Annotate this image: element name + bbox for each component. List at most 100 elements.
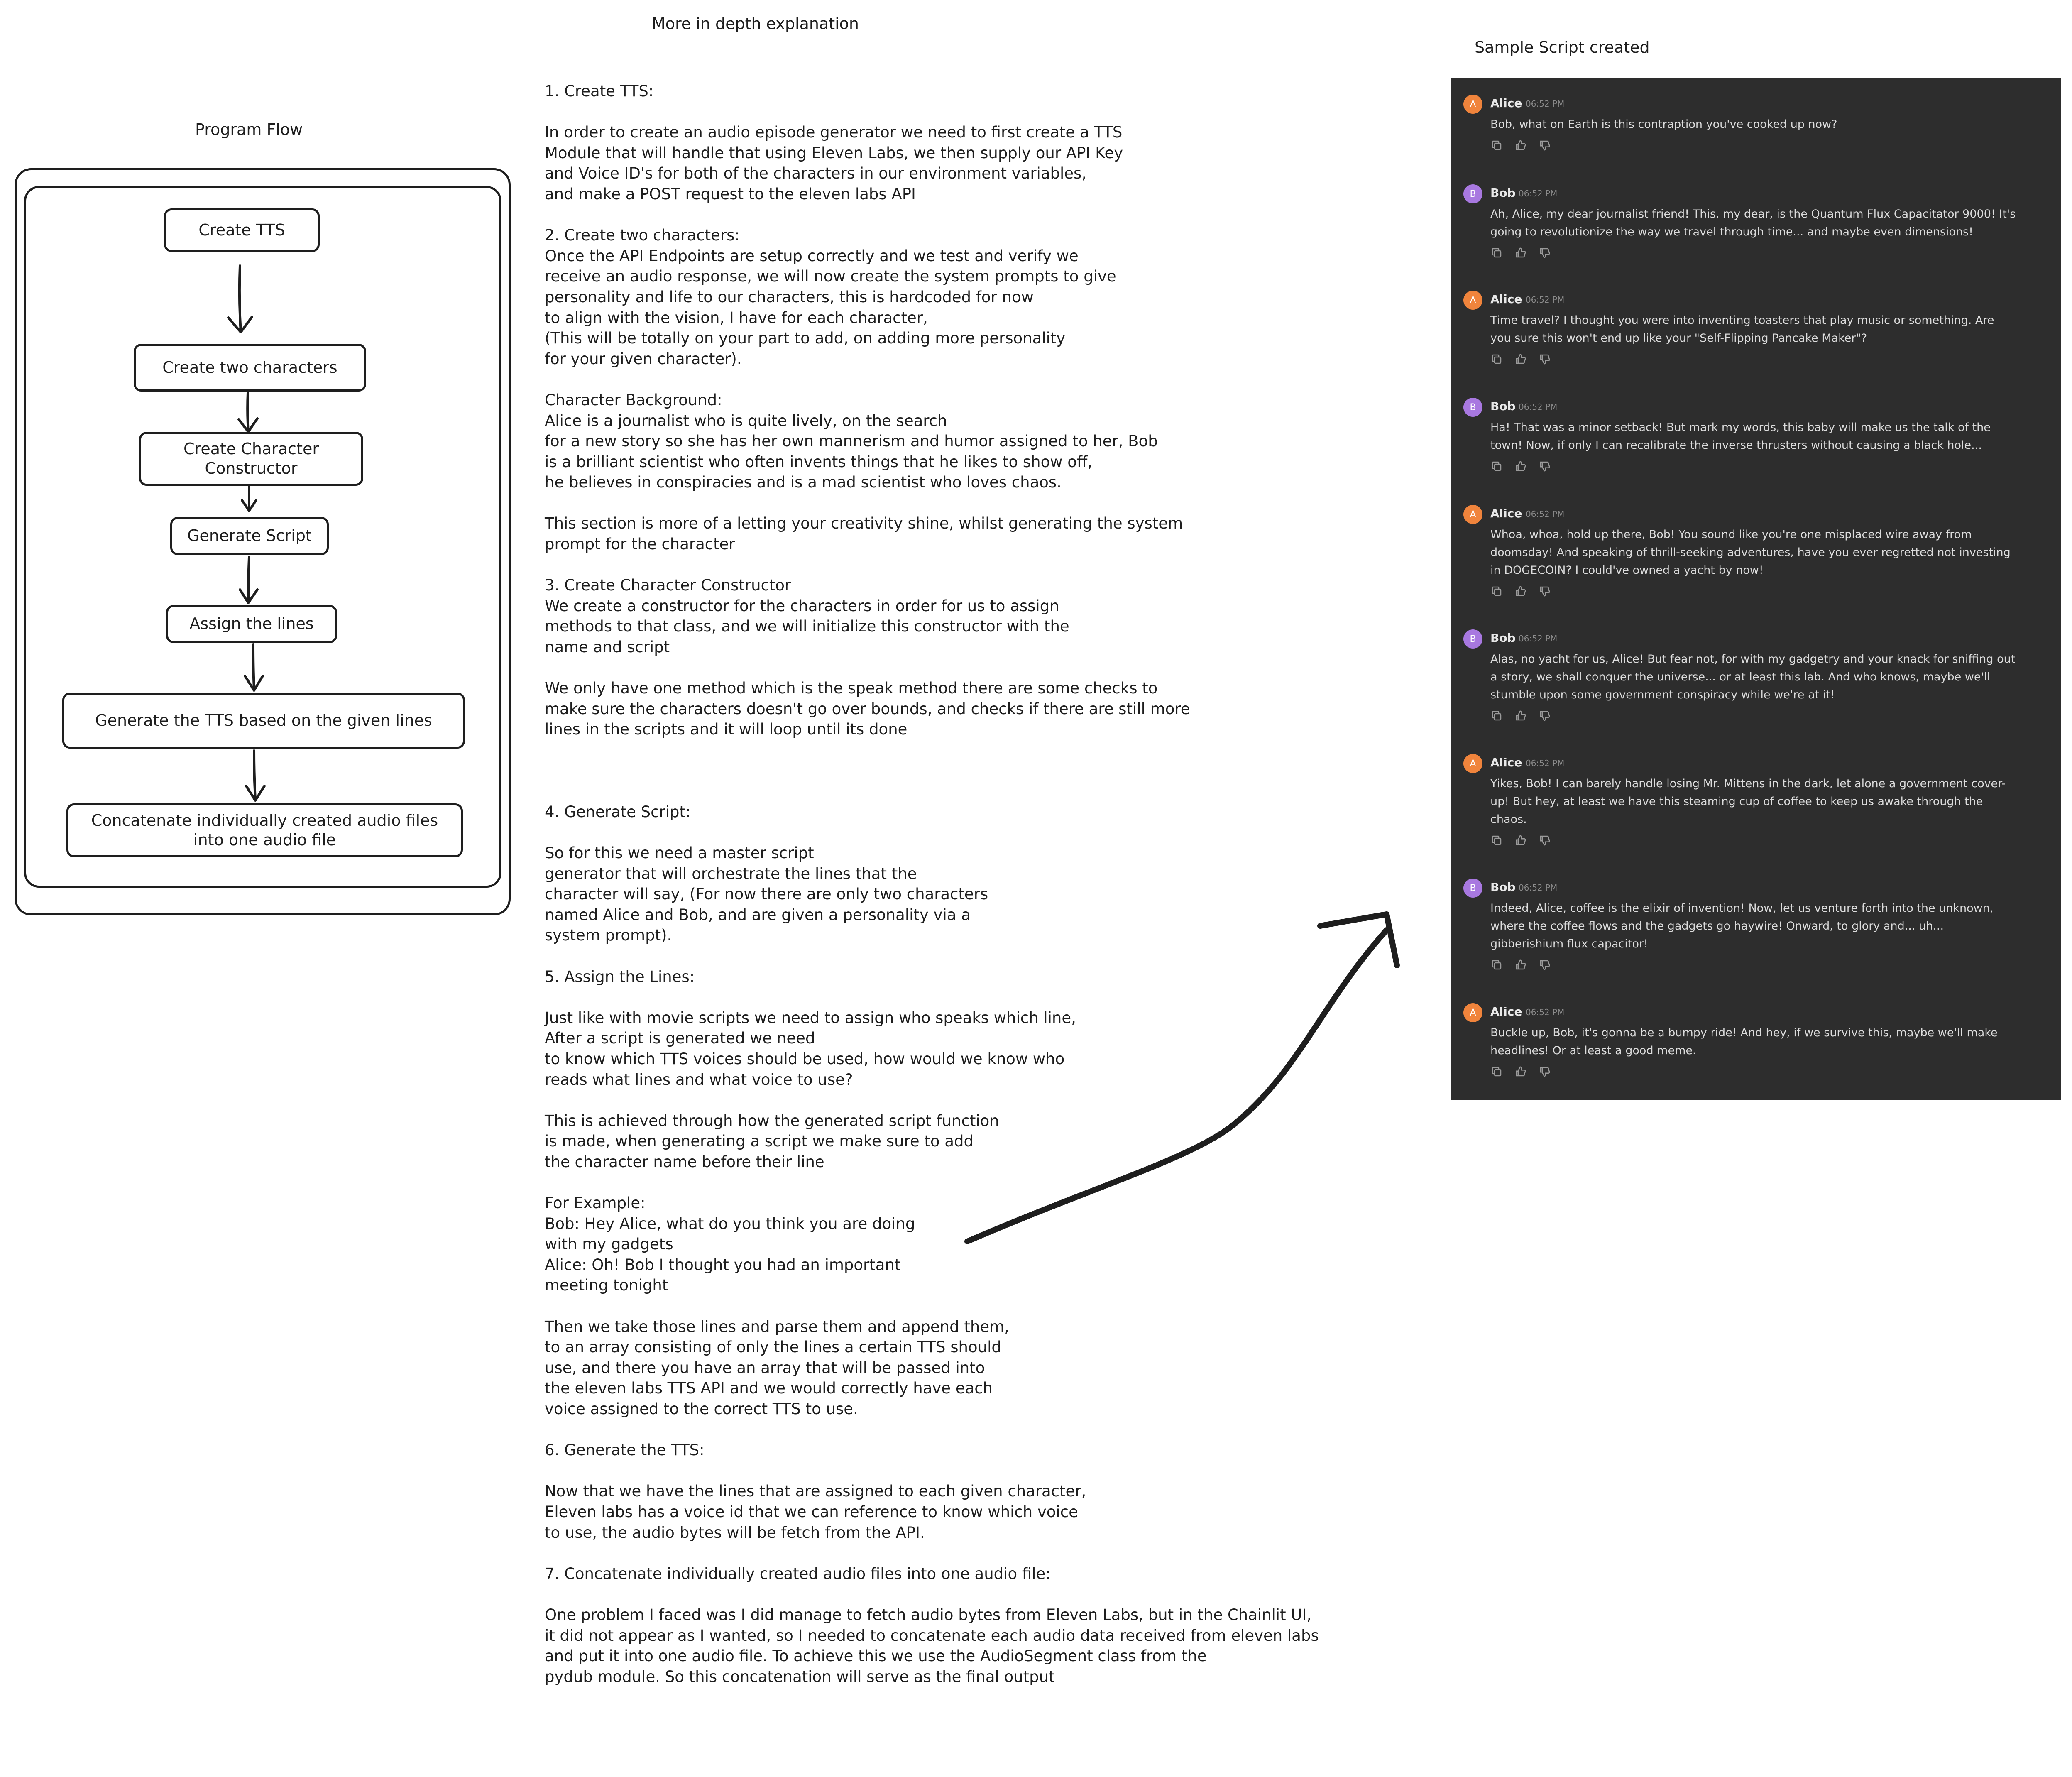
thumbs-down-icon[interactable]: [1539, 1065, 1551, 1078]
message-text: Bob, what on Earth is this contraption y…: [1490, 118, 1837, 131]
explanation-paragraph: 3. Create Character Constructor We creat…: [545, 576, 1069, 656]
copy-icon[interactable]: [1490, 585, 1503, 597]
message-text: Time travel? I thought you were into inv…: [1490, 314, 1994, 345]
explanation-paragraph: 4. Generate Script:: [545, 803, 691, 821]
message-author: Bob: [1490, 631, 1516, 645]
chat-message: A Alice 06:52 PM Time travel? I thought you…: [1451, 290, 2061, 392]
chat-message: B Bob 06:52 PM Ah, Alice, my dear journalis…: [1451, 184, 2061, 286]
avatar: B: [1463, 879, 1482, 898]
message-time: 06:52 PM: [1519, 188, 1558, 198]
arrow-1: [238, 264, 242, 333]
explanation-paragraph: Then we take those lines and parse them …: [545, 1317, 1009, 1418]
thumbs-down-icon[interactable]: [1539, 834, 1551, 847]
thumbs-up-icon[interactable]: [1514, 585, 1527, 597]
message-text: Indeed, Alice, coffee is the elixir of i…: [1490, 902, 1994, 950]
message-text: Yikes, Bob! I can barely handle losing M…: [1490, 777, 2006, 826]
thumbs-down-icon[interactable]: [1539, 139, 1551, 152]
thumbs-up-icon[interactable]: [1514, 353, 1527, 365]
arrow-6: [253, 749, 257, 800]
explanation-paragraph: We only have one method which is the spe…: [545, 679, 1190, 739]
copy-icon[interactable]: [1490, 1065, 1503, 1078]
explanation-paragraph: [545, 761, 1437, 781]
avatar: A: [1463, 291, 1482, 310]
message-actions: [1490, 834, 1551, 847]
message-actions: [1490, 139, 1551, 152]
thumbs-up-icon[interactable]: [1514, 834, 1527, 847]
thumbs-up-icon[interactable]: [1514, 247, 1527, 259]
message-actions: [1490, 959, 1551, 971]
avatar: A: [1463, 1003, 1482, 1022]
avatar: B: [1463, 184, 1482, 203]
message-actions: [1490, 710, 1551, 722]
chat-title: Sample Script created: [1475, 38, 1650, 56]
message-time: 06:52 PM: [1526, 99, 1565, 109]
flow-node-create-characters: Create two characters: [134, 344, 366, 392]
thumbs-down-icon[interactable]: [1539, 353, 1551, 365]
explanation-paragraph: In order to create an audio episode gene…: [545, 123, 1123, 203]
arrow-5: [252, 643, 255, 690]
avatar: B: [1463, 629, 1482, 649]
message-time: 06:52 PM: [1526, 758, 1565, 768]
message-author: Alice: [1490, 1005, 1522, 1018]
explanation-paragraph: One problem I faced was I did manage to …: [545, 1606, 1319, 1686]
thumbs-down-icon[interactable]: [1539, 460, 1551, 472]
explanation-paragraph: Now that we have the lines that are assi…: [545, 1482, 1086, 1542]
chat-panel: A Alice 06:52 PM Bob, what on Earth is this…: [1451, 78, 2061, 1100]
message-author: Bob: [1490, 399, 1516, 413]
message-author: Alice: [1490, 292, 1522, 306]
message-time: 06:52 PM: [1519, 634, 1558, 644]
chat-message: A Alice 06:52 PM Buckle up, Bob, it's gonna…: [1451, 1002, 2061, 1104]
flow-node-character-constructor: Create Character Constructor: [139, 432, 363, 486]
explanation-paragraph: 7. Concatenate individually created audi…: [545, 1564, 1051, 1583]
message-author: Alice: [1490, 756, 1522, 769]
flow-node-concatenate: Concatenate individually created audio f…: [66, 803, 463, 857]
message-actions: [1490, 585, 1551, 597]
copy-icon[interactable]: [1490, 834, 1503, 847]
message-author: Bob: [1490, 880, 1516, 894]
chat-message: A Alice 06:52 PM Yikes, Bob! I can barely h…: [1451, 753, 2061, 873]
message-text: Ah, Alice, my dear journalist friend! Th…: [1490, 208, 2016, 238]
copy-icon[interactable]: [1490, 959, 1503, 971]
copy-icon[interactable]: [1490, 710, 1503, 722]
explanation-paragraph: 2. Create two characters: Once the API E…: [545, 226, 1116, 368]
thumbs-down-icon[interactable]: [1539, 959, 1551, 971]
thumbs-up-icon[interactable]: [1514, 959, 1527, 971]
flow-node-assign-lines: Assign the lines: [166, 605, 337, 643]
message-text: Whoa, whoa, hold up there, Bob! You soun…: [1490, 528, 2011, 577]
thumbs-down-icon[interactable]: [1539, 585, 1551, 597]
message-actions: [1490, 1065, 1551, 1078]
chat-message: B Bob 06:52 PM Alas, no yacht for us, Alice…: [1451, 629, 2061, 749]
avatar: B: [1463, 398, 1482, 417]
copy-icon[interactable]: [1490, 460, 1503, 472]
avatar: A: [1463, 505, 1482, 524]
explanation-paragraph: 6. Generate the TTS:: [545, 1441, 705, 1459]
thumbs-down-icon[interactable]: [1539, 247, 1551, 259]
explanation-title: More in depth explanation: [652, 15, 859, 33]
arrow-2: [246, 391, 250, 433]
flow-node-generate-tts: Generate the TTS based on the given line…: [62, 693, 465, 749]
thumbs-down-icon[interactable]: [1539, 710, 1551, 722]
copy-icon[interactable]: [1490, 139, 1503, 152]
message-time: 06:52 PM: [1519, 883, 1558, 893]
thumbs-up-icon[interactable]: [1514, 139, 1527, 152]
chat-message: A Alice 06:52 PM Bob, what on Earth is this…: [1451, 94, 2061, 178]
flow-node-generate-script: Generate Script: [170, 517, 329, 555]
message-time: 06:52 PM: [1526, 509, 1565, 519]
avatar: A: [1463, 754, 1482, 773]
message-author: Alice: [1490, 507, 1522, 520]
thumbs-up-icon[interactable]: [1514, 710, 1527, 722]
arrow-4: [247, 556, 250, 603]
explanation-paragraph: This section is more of a letting your c…: [545, 514, 1183, 553]
chat-message: B Bob 06:52 PM Ha! That was a minor setback…: [1451, 397, 2061, 499]
message-time: 06:52 PM: [1519, 402, 1558, 412]
thumbs-up-icon[interactable]: [1514, 460, 1527, 472]
explanation-paragraph: Character Background: Alice is a journal…: [545, 391, 1158, 492]
copy-icon[interactable]: [1490, 247, 1503, 259]
thumbs-up-icon[interactable]: [1514, 1065, 1527, 1078]
chat-message: A Alice 06:52 PM Whoa, whoa, hold up there,…: [1451, 504, 2061, 624]
message-actions: [1490, 460, 1551, 472]
explanation-paragraph: 1. Create TTS:: [545, 82, 654, 100]
message-author: Bob: [1490, 186, 1516, 200]
copy-icon[interactable]: [1490, 353, 1503, 365]
pointer-arrow: [964, 911, 1400, 1244]
